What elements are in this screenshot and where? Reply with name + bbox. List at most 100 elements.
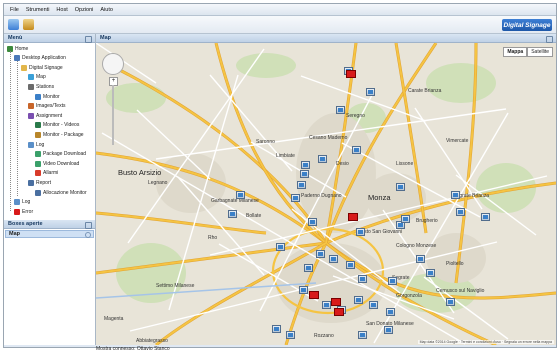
tree-item[interactable]: Log	[14, 199, 30, 206]
monitor-marker-icon[interactable]	[451, 191, 460, 199]
monitor-marker-icon[interactable]	[300, 170, 309, 178]
tree-item[interactable]: Monitor	[35, 93, 60, 100]
maximize-icon[interactable]	[546, 36, 553, 43]
monitor-marker-icon[interactable]	[358, 331, 367, 339]
monitor-marker-icon[interactable]	[228, 210, 237, 218]
report-icon	[35, 189, 41, 196]
collapse-icon[interactable]	[85, 222, 92, 229]
alarm-marker-icon[interactable]	[331, 298, 341, 306]
monitor-marker-icon[interactable]	[456, 208, 465, 216]
monitor-marker-icon[interactable]	[286, 331, 295, 339]
tree-item[interactable]: Monitor - Package	[35, 131, 84, 138]
tree-item-label: Home	[15, 45, 29, 52]
monitor-marker-icon[interactable]	[446, 298, 455, 306]
collapse-icon[interactable]	[85, 36, 92, 43]
alarm-marker-icon[interactable]	[348, 213, 358, 221]
tree-item[interactable]: Allarmi	[35, 170, 58, 177]
monitor-marker-icon[interactable]	[426, 269, 435, 277]
tree-item[interactable]: Allocazione Monitor	[35, 189, 87, 196]
alarm-icon	[35, 170, 41, 177]
tree-item[interactable]: Stations	[28, 83, 54, 90]
tree-item[interactable]: Package Download	[35, 151, 86, 158]
open-box-label: Map	[9, 231, 20, 237]
tree-item[interactable]: Map	[28, 74, 46, 81]
town-label: Monza	[368, 193, 391, 202]
tree-item[interactable]: Report	[28, 179, 51, 186]
monitor-marker-icon[interactable]	[352, 146, 361, 154]
monitor-marker-icon[interactable]	[276, 243, 285, 251]
monitor-marker-icon[interactable]	[346, 261, 355, 269]
monitor-marker-icon[interactable]	[272, 325, 281, 333]
log-icon	[28, 141, 34, 148]
zoom-slider[interactable]	[112, 85, 114, 145]
tree-item-label: Allarmi	[43, 170, 59, 177]
monitor-marker-icon[interactable]	[304, 264, 313, 272]
map-type-satellite[interactable]: Satellite	[527, 47, 553, 57]
menu-opzioni[interactable]: Opzioni	[75, 7, 94, 13]
monitor-marker-icon[interactable]	[318, 155, 327, 163]
open-box-map[interactable]: Map	[5, 230, 94, 238]
monitor-marker-icon[interactable]	[354, 296, 363, 304]
tools-icon[interactable]	[23, 19, 34, 30]
monitor-marker-icon[interactable]	[401, 215, 410, 223]
monitor-marker-icon[interactable]	[416, 255, 425, 263]
monitor-marker-icon[interactable]	[316, 250, 325, 258]
map-canvas[interactable]: Mappa Satellite + Map data ©2014 Google …	[96, 43, 556, 345]
monitor-marker-icon[interactable]	[356, 228, 365, 236]
tree-item-label: Stations	[36, 83, 55, 90]
monitor-marker-icon[interactable]	[301, 161, 310, 169]
town-label: Seregno	[346, 113, 365, 119]
town-label: Limbiate	[276, 153, 295, 159]
monitor-marker-icon[interactable]	[366, 88, 375, 96]
tree-item[interactable]: Video Download	[35, 160, 79, 167]
close-icon[interactable]	[85, 232, 91, 238]
town-label: Legnano	[148, 180, 168, 186]
park-area	[106, 83, 166, 113]
monitor-marker-icon[interactable]	[236, 191, 245, 199]
town-label: Garbagnate Milanese	[211, 198, 259, 204]
tree-item-label: Monitor - Package	[43, 131, 84, 138]
menu-host[interactable]: Host	[56, 7, 67, 13]
tree-item[interactable]: Assignment	[28, 112, 62, 119]
monitor-marker-icon[interactable]	[297, 181, 306, 189]
tree-item[interactable]: Monitor - Videos	[35, 122, 79, 129]
tree-item[interactable]: Images/Texts	[28, 103, 65, 110]
monitor-marker-icon[interactable]	[388, 277, 397, 285]
menu-strumenti[interactable]: Strumenti	[26, 7, 50, 13]
download-icon	[35, 160, 41, 167]
tree-item-label: Monitor - Videos	[43, 122, 80, 129]
map-panel-title: Map	[100, 35, 111, 41]
assign-icon	[28, 112, 34, 119]
monitor-marker-icon[interactable]	[291, 194, 300, 202]
monitor-marker-icon[interactable]	[369, 301, 378, 309]
menu-aiuto[interactable]: Aiuto	[100, 7, 113, 13]
town-label: Desio	[336, 161, 349, 167]
monitor-marker-icon[interactable]	[322, 301, 331, 309]
alarm-marker-icon[interactable]	[334, 308, 344, 316]
menu-bar: File Strumenti Host Opzioni Aiuto	[4, 4, 556, 16]
monitor-marker-icon[interactable]	[336, 106, 345, 114]
tree-item[interactable]: Error	[14, 208, 33, 215]
monitor-marker-icon[interactable]	[299, 286, 308, 294]
monitor-marker-icon[interactable]	[308, 218, 317, 226]
monitor-marker-icon[interactable]	[384, 326, 393, 334]
alarm-marker-icon[interactable]	[309, 291, 319, 299]
map-panel-header: Map	[96, 34, 556, 43]
monitor-marker-icon[interactable]	[329, 255, 338, 263]
menu-file[interactable]: File	[10, 7, 19, 13]
monitor-marker-icon[interactable]	[396, 183, 405, 191]
town-label: Saronno	[256, 139, 275, 145]
park-area	[426, 63, 496, 103]
monitor-marker-icon[interactable]	[358, 275, 367, 283]
map-type-mappa[interactable]: Mappa	[503, 47, 528, 57]
alarm-marker-icon[interactable]	[346, 70, 356, 78]
tree-item[interactable]: Desktop Application	[14, 55, 66, 62]
monitor-marker-icon[interactable]	[386, 308, 395, 316]
tree-item[interactable]: Log	[28, 141, 44, 148]
station-icon	[28, 83, 34, 90]
monitor-marker-icon[interactable]	[481, 213, 490, 221]
town-label: Agrate Brianza	[456, 193, 490, 199]
refresh-icon[interactable]	[8, 19, 19, 30]
pan-control[interactable]	[102, 53, 124, 75]
tree-item[interactable]: Digital Signage	[21, 64, 63, 71]
